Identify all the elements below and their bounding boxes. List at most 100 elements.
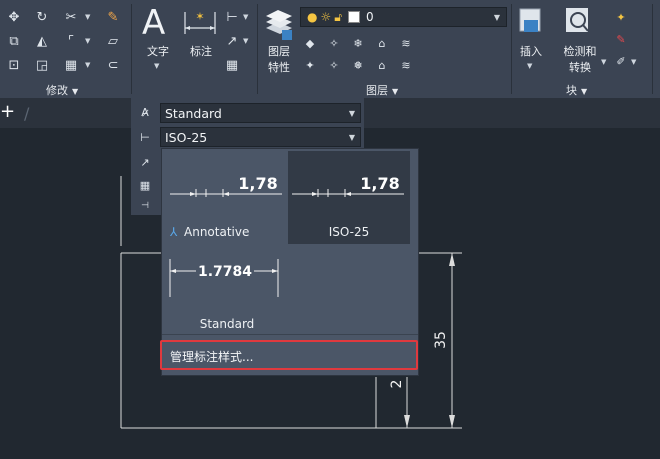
text-dropdown-icon: ▼: [154, 62, 160, 70]
dimension-linear-icon[interactable]: ⊢: [223, 8, 241, 26]
style-name: Standard: [199, 317, 255, 331]
tab-separator: /: [24, 104, 30, 123]
layer-freeze-icon[interactable]: ❄: [351, 36, 365, 50]
fillet-dropdown-icon[interactable]: ▼: [85, 37, 90, 45]
panel-divider: [131, 4, 132, 94]
dim-linear-dropdown-icon[interactable]: ▼: [243, 13, 248, 21]
layer-dropdown[interactable]: ● ☼ 🔓︎ 0 ▼: [300, 7, 507, 27]
lightbulb-icon: ●: [307, 9, 318, 24]
create-block-icon[interactable]: ✦: [614, 10, 628, 24]
dimension-style-dropdown[interactable]: ISO-25 ▼: [160, 127, 361, 147]
check-convert-label-1: 检测和: [563, 45, 597, 58]
sun-icon: ☼: [320, 9, 332, 24]
dimension-arrow: [404, 415, 410, 428]
modify-label: 修改: [46, 84, 68, 97]
dimension-text-2[interactable]: 2: [389, 380, 405, 389]
text-button[interactable]: A 文字 ▼: [138, 4, 178, 74]
layer-properties-icon: [266, 10, 292, 40]
insert-button[interactable]: 插入 ▼: [515, 4, 547, 74]
array-icon[interactable]: ▦: [62, 56, 80, 74]
edit-block-icon[interactable]: ✎: [614, 32, 628, 46]
dimension-style-value: ISO-25: [165, 129, 208, 145]
insert-label: 插入: [520, 45, 542, 58]
style-tile-standard[interactable]: 1.7784 Standard: [166, 247, 288, 340]
pin-icon[interactable]: ⊣: [137, 198, 153, 214]
block-attr-dropdown-icon[interactable]: ▼: [631, 58, 636, 66]
linear-dimension-icon: ✶: [184, 10, 216, 34]
dimension-style-icon: ⊢: [140, 130, 150, 144]
stretch-icon[interactable]: ⊡: [5, 56, 23, 74]
leader-icon[interactable]: ↗: [223, 32, 241, 50]
preview-value: 1,78: [238, 174, 277, 193]
check-convert-label-2: 转换: [569, 61, 591, 74]
layer-thaw-icon[interactable]: ❅: [351, 58, 365, 72]
style-tile-annotative[interactable]: 1,78 ⅄ Annotative: [166, 151, 288, 244]
mirror-icon[interactable]: ◭: [33, 32, 51, 50]
style-name: Annotative: [184, 225, 250, 239]
layer-unlock-icon[interactable]: ⌂: [375, 58, 389, 72]
chevron-down-icon: ▼: [392, 87, 399, 96]
text-tool-label: 文字: [147, 45, 169, 58]
panel-divider: [652, 4, 653, 94]
move-icon[interactable]: ✥: [5, 8, 23, 26]
style-preview: 1.7784: [169, 259, 279, 297]
style-name: ISO-25: [328, 225, 370, 239]
array-dropdown-icon[interactable]: ▼: [85, 61, 90, 69]
text-style-value: Standard: [165, 105, 222, 121]
dimension-button[interactable]: ✶ 标注: [181, 4, 221, 64]
modify-panel-label[interactable]: 修改 ▼: [46, 82, 78, 98]
preview-value: 1,78: [360, 174, 399, 193]
chevron-down-icon: ▼: [581, 87, 588, 96]
layer-isolate-icon[interactable]: ✧: [327, 36, 341, 50]
offset-icon[interactable]: ⊂: [104, 56, 122, 74]
highlight-box: [160, 340, 418, 370]
dimension-arrow: [449, 253, 455, 266]
block-attribute-icon[interactable]: ✐: [614, 54, 628, 68]
gallery-divider: [162, 334, 418, 335]
dimension-text-35[interactable]: 35: [433, 331, 449, 349]
layer-color-swatch: [348, 11, 361, 23]
copy-icon[interactable]: ⧉: [5, 32, 23, 50]
chevron-down-icon: ▼: [348, 108, 355, 118]
magnifier-icon: [566, 8, 589, 32]
layer-properties-label-1: 图层: [268, 45, 290, 58]
dimension-arrow: [449, 415, 455, 428]
layers-panel-label[interactable]: 图层 ▼: [366, 82, 398, 98]
chevron-down-icon: ▼: [348, 132, 355, 142]
table-icon[interactable]: ▦: [223, 56, 241, 74]
erase-icon[interactable]: ✎: [104, 8, 122, 26]
block-label: 块: [566, 84, 577, 97]
layer-merge-icon[interactable]: ≋: [399, 58, 413, 72]
block-panel-label[interactable]: 块 ▼: [566, 82, 587, 98]
insert-block-icon: [519, 8, 541, 32]
layer-properties-label-2: 特性: [268, 61, 290, 74]
panel-divider: [511, 4, 512, 94]
check-convert-button[interactable]: 检测和 转换: [558, 4, 602, 78]
explode-icon[interactable]: ▱: [104, 32, 122, 50]
text-style-dropdown[interactable]: Standard ▼: [160, 103, 361, 123]
svg-text:✶: ✶: [195, 10, 204, 23]
layer-lock-icon[interactable]: ⌂: [375, 36, 389, 50]
new-tab-icon[interactable]: +: [0, 103, 15, 121]
text-tool-icon: A: [142, 3, 166, 43]
unlock-icon: 🔓︎: [334, 9, 343, 24]
table-style-icon: ▦: [139, 178, 151, 192]
trim-icon[interactable]: ✂: [62, 8, 80, 26]
trim-dropdown-icon[interactable]: ▼: [85, 13, 90, 21]
style-tile-iso-25[interactable]: 1,78 ISO-25: [288, 151, 410, 244]
layer-match-icon[interactable]: ◆: [303, 36, 317, 50]
dimension-tool-label: 标注: [190, 45, 212, 58]
layer-stack-icon[interactable]: ≋: [399, 36, 413, 50]
rotate-icon[interactable]: ↻: [33, 8, 51, 26]
layer-state-icons: ● ☼ 🔓︎: [307, 10, 342, 25]
panel-divider: [257, 4, 258, 94]
layer-properties-button[interactable]: 图层 特性: [262, 4, 296, 78]
check-convert-dropdown-icon[interactable]: ▼: [601, 58, 606, 66]
style-preview: 1,78: [170, 174, 282, 197]
multileader-style-icon: ↗: [140, 155, 150, 169]
scale-icon[interactable]: ◲: [33, 56, 51, 74]
layer-current-icon[interactable]: ✦: [303, 58, 317, 72]
layer-unisolate-icon[interactable]: ✧: [327, 58, 341, 72]
leader-dropdown-icon[interactable]: ▼: [243, 37, 248, 45]
fillet-icon[interactable]: ⌜: [62, 32, 80, 50]
